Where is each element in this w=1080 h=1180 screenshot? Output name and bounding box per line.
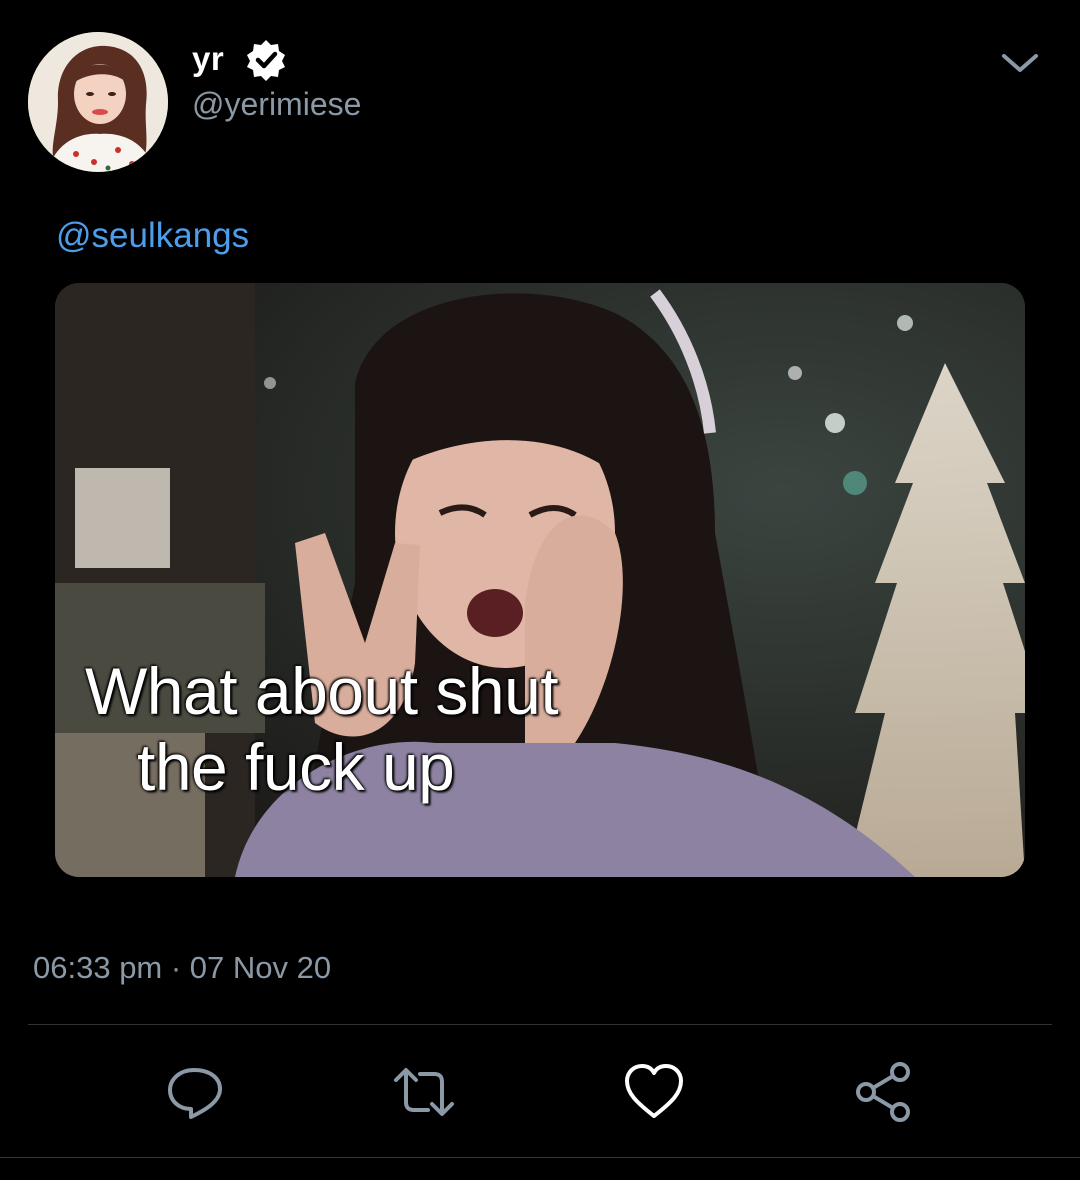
tweet-media-image[interactable]: What about shut the fuck up xyxy=(55,283,1025,877)
retweet-button[interactable] xyxy=(392,1060,456,1124)
avatar[interactable] xyxy=(28,32,168,172)
heart-icon xyxy=(625,1064,683,1118)
reply-button[interactable] xyxy=(164,1060,228,1124)
media-caption-line2: the fuck up xyxy=(137,730,455,804)
like-button[interactable] xyxy=(622,1060,686,1124)
tweet-detail: yr @yerimiese @seulkangs What about shut… xyxy=(0,0,1080,1180)
user-handle[interactable]: @yerimiese xyxy=(192,86,361,123)
mention-link[interactable]: @seulkangs xyxy=(56,216,249,256)
chevron-down-icon[interactable] xyxy=(996,44,1044,84)
tweet-action-bar xyxy=(0,1060,1080,1124)
reply-icon xyxy=(168,1068,222,1119)
display-name[interactable]: yr xyxy=(192,40,224,78)
tweet-timestamp[interactable]: 06:33 pm · 07 Nov 20 xyxy=(33,950,331,986)
divider xyxy=(28,1024,1052,1025)
media-caption-line1: What about shut xyxy=(85,654,559,728)
verified-badge-icon xyxy=(243,37,289,83)
media-caption: What about shut the fuck up xyxy=(85,653,559,805)
avatar-image xyxy=(28,32,168,172)
retweet-icon xyxy=(394,1068,454,1116)
share-icon xyxy=(856,1062,910,1122)
divider xyxy=(0,1157,1080,1158)
share-button[interactable] xyxy=(852,1060,916,1124)
